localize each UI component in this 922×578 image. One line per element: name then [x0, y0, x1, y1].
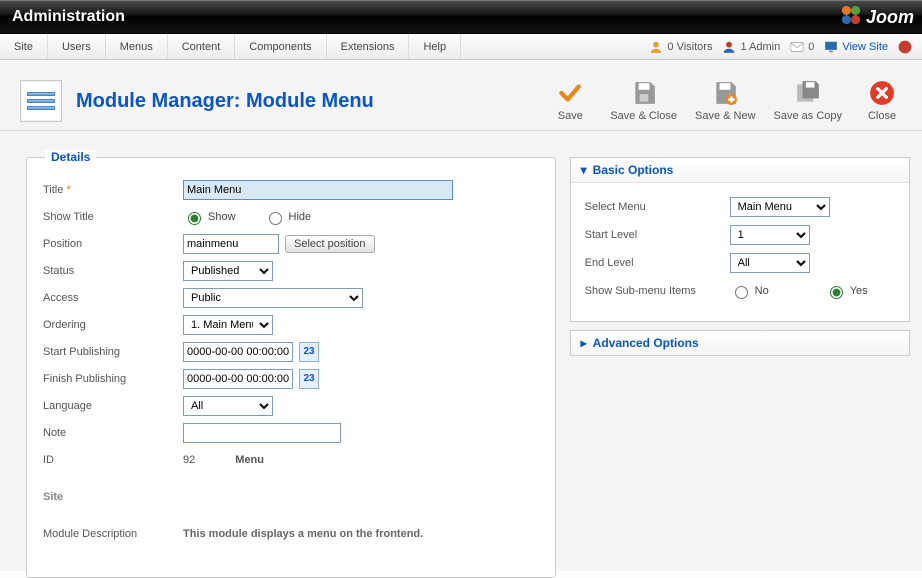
title-input[interactable]	[183, 180, 453, 200]
menu-users[interactable]: Users	[48, 34, 106, 59]
show-sub-yes[interactable]: Yes	[825, 283, 868, 299]
visitors-icon	[649, 40, 663, 54]
save-copy-button[interactable]: Save as Copy	[774, 80, 842, 122]
status-label: Status	[43, 265, 183, 277]
alert-icon	[898, 40, 912, 54]
save-close-label: Save & Close	[610, 110, 677, 122]
admin-icon	[722, 40, 736, 54]
monitor-icon	[824, 40, 838, 54]
chevron-right-icon: ▸	[581, 336, 587, 350]
finish-publishing-label: Finish Publishing	[43, 373, 183, 385]
options-panel: ▾ Basic Options Select Menu Main Menu St…	[570, 157, 910, 356]
menubar: Site Users Menus Content Components Exte…	[0, 34, 922, 60]
save-new-button[interactable]: Save & New	[695, 80, 756, 122]
admin-count: 1 Admin	[740, 41, 780, 53]
view-site-link[interactable]: View Site	[842, 41, 888, 53]
page-title: Module Manager: Module Menu	[76, 90, 374, 113]
position-label: Position	[43, 238, 183, 250]
finish-publishing-input[interactable]	[183, 369, 293, 389]
visitors-count: 0 Visitors	[667, 41, 712, 53]
start-publishing-label: Start Publishing	[43, 346, 183, 358]
basic-options-accordion: ▾ Basic Options Select Menu Main Menu St…	[570, 157, 910, 322]
language-select[interactable]: All	[183, 396, 273, 416]
ordering-label: Ordering	[43, 319, 183, 331]
advanced-options-header[interactable]: ▸ Advanced Options	[571, 331, 909, 355]
showtitle-label: Show Title	[43, 211, 183, 223]
start-publishing-input[interactable]	[183, 342, 293, 362]
start-level-label: Start Level	[585, 229, 730, 241]
mail-count: 0	[808, 41, 814, 53]
details-legend: Details	[45, 150, 96, 164]
end-level-select[interactable]: All	[730, 253, 810, 273]
calendar-icon[interactable]: 23	[299, 342, 319, 362]
menu-help[interactable]: Help	[409, 34, 461, 59]
mail-icon	[790, 40, 804, 54]
title-label: Title	[43, 184, 63, 196]
brand-text: Joom	[866, 7, 914, 28]
start-level-select[interactable]: 1	[730, 225, 810, 245]
menu-site[interactable]: Site	[0, 34, 48, 59]
advanced-options-accordion: ▸ Advanced Options	[570, 330, 910, 356]
end-level-label: End Level	[585, 257, 730, 269]
access-label: Access	[43, 292, 183, 304]
close-label: Close	[868, 110, 896, 122]
app-title: Administration	[12, 8, 125, 26]
menu-menus[interactable]: Menus	[106, 34, 168, 59]
page-header: Module Manager: Module Menu Save Save & …	[0, 60, 922, 131]
close-button[interactable]: Close	[860, 80, 904, 122]
topbar: Administration Joom	[0, 0, 922, 34]
ordering-select[interactable]: 1. Main Menu	[183, 315, 273, 335]
module-description-value: This module displays a menu on the front…	[183, 528, 423, 540]
toolbar: Save Save & Close Save & New Save as Cop…	[548, 80, 904, 122]
note-input[interactable]	[183, 423, 341, 443]
status-bar: 0 Visitors 1 Admin 0 View Site	[639, 34, 922, 59]
workarea: Details Title * Show Title Show Hide Pos…	[0, 131, 922, 578]
module-description-label: Module Description	[43, 528, 183, 540]
save-button[interactable]: Save	[548, 80, 592, 122]
note-label: Note	[43, 427, 183, 439]
show-sub-label: Show Sub-menu Items	[585, 285, 730, 297]
site-heading: Site	[43, 483, 539, 510]
module-icon	[20, 80, 62, 122]
access-select[interactable]: Public	[183, 288, 363, 308]
joomla-icon	[840, 4, 862, 31]
advanced-options-title: Advanced Options	[593, 336, 699, 350]
details-panel: Details Title * Show Title Show Hide Pos…	[26, 157, 556, 578]
basic-options-header[interactable]: ▾ Basic Options	[571, 158, 909, 183]
save-new-label: Save & New	[695, 110, 756, 122]
id-type: Menu	[235, 454, 264, 466]
select-menu-label: Select Menu	[585, 201, 730, 213]
language-label: Language	[43, 400, 183, 412]
menu-components[interactable]: Components	[235, 34, 326, 59]
showtitle-hide[interactable]: Hide	[264, 209, 312, 225]
required-mark: *	[66, 184, 70, 196]
show-sub-no[interactable]: No	[730, 283, 769, 299]
chevron-down-icon: ▾	[581, 163, 587, 177]
id-label: ID	[43, 454, 183, 466]
select-menu-select[interactable]: Main Menu	[730, 197, 830, 217]
basic-options-title: Basic Options	[593, 163, 674, 177]
position-input[interactable]	[183, 234, 279, 254]
select-position-button[interactable]: Select position	[285, 235, 375, 253]
save-close-button[interactable]: Save & Close	[610, 80, 677, 122]
save-copy-label: Save as Copy	[774, 110, 842, 122]
menu-extensions[interactable]: Extensions	[327, 34, 410, 59]
brand-logo: Joom	[840, 4, 914, 31]
calendar-icon[interactable]: 23	[299, 369, 319, 389]
status-select[interactable]: Published	[183, 261, 273, 281]
menu-content[interactable]: Content	[168, 34, 236, 59]
showtitle-show[interactable]: Show	[183, 209, 236, 225]
id-value: 92	[183, 454, 195, 466]
save-label: Save	[558, 110, 583, 122]
